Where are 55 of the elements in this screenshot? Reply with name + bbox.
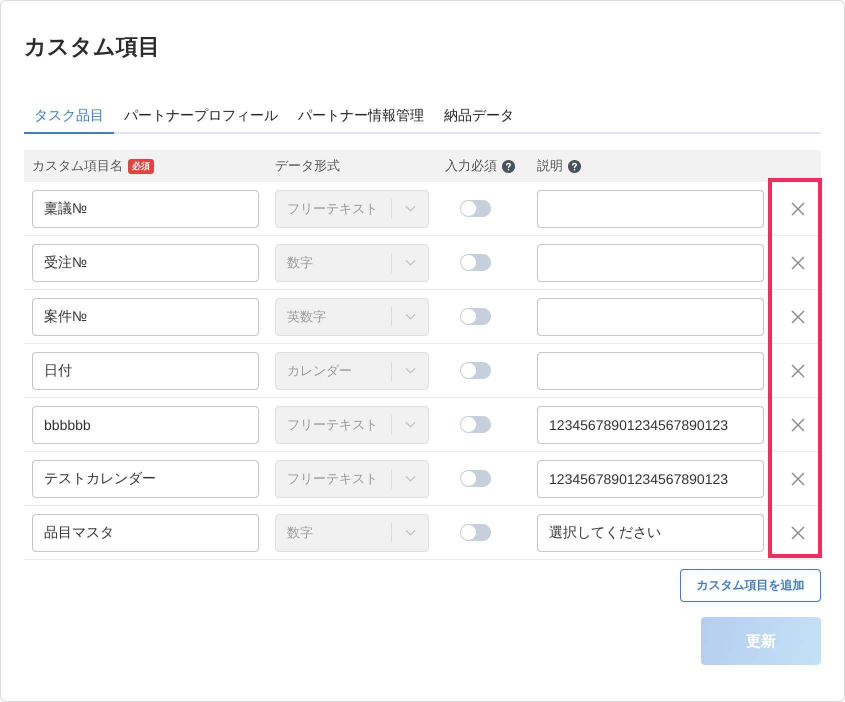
chevron-down-icon [405,313,416,320]
description-field[interactable]: 12345678901234567890123 [537,406,764,444]
toggle-switch[interactable] [460,308,490,325]
delete-button[interactable] [790,310,804,324]
description-field[interactable] [537,298,764,336]
delete-button[interactable] [790,202,804,216]
name-field[interactable]: 品目マスタ [32,514,259,552]
description-field[interactable]: 12345678901234567890123 [537,460,764,498]
toggle-switch[interactable] [460,470,490,487]
tab[interactable]: 納品データ [434,100,524,134]
name-field[interactable]: テストカレンダー [32,460,259,498]
close-icon [790,526,804,540]
name-field[interactable]: 稟議№ [32,190,259,228]
description-field[interactable] [537,352,764,390]
delete-button[interactable] [790,526,804,540]
column-header: 入力必須 [445,157,497,175]
chevron-down-icon [405,205,416,212]
delete-button[interactable] [790,472,804,486]
name-field[interactable]: 案件№ [32,298,259,336]
chevron-down-icon [405,529,416,536]
dialog-title: カスタム項目 [24,33,161,61]
close-icon [790,256,804,270]
name-field[interactable]: 受注№ [32,244,259,282]
chevron-down-icon [405,421,416,428]
help-icon[interactable] [502,160,515,172]
close-icon [790,472,804,486]
description-field[interactable] [537,190,764,228]
description-field[interactable] [537,244,764,282]
chevron-down-icon [405,475,416,482]
chevron-down-icon [405,259,416,266]
close-icon [790,202,804,216]
tab[interactable]: パートナープロフィール [114,100,288,134]
name-field[interactable]: 日付 [32,352,259,390]
name-field[interactable]: bbbbbb [32,406,259,444]
column-header: 説明 [537,157,563,175]
toggle-switch[interactable] [460,200,490,217]
toggle-switch[interactable] [460,416,490,433]
add-custom-field-button[interactable]: カスタム項目を追加 [680,569,821,602]
delete-button[interactable] [790,418,804,432]
toggle-switch[interactable] [460,524,490,541]
toggle-switch[interactable] [460,362,490,379]
help-icon[interactable] [568,160,581,172]
column-header: カスタム項目名 [32,157,123,175]
close-icon [790,418,804,432]
column-header: データ形式 [275,157,340,175]
toggle-switch[interactable] [460,254,490,271]
close-icon [790,310,804,324]
description-field[interactable]: 選択してください [537,514,764,552]
chevron-down-icon [405,367,416,374]
required-badge: 必須 [128,158,154,174]
tab[interactable]: タスク品目 [24,100,114,134]
delete-button[interactable] [790,364,804,378]
tab[interactable]: パートナー情報管理 [288,100,434,134]
delete-button[interactable] [790,256,804,270]
close-icon [790,364,804,378]
